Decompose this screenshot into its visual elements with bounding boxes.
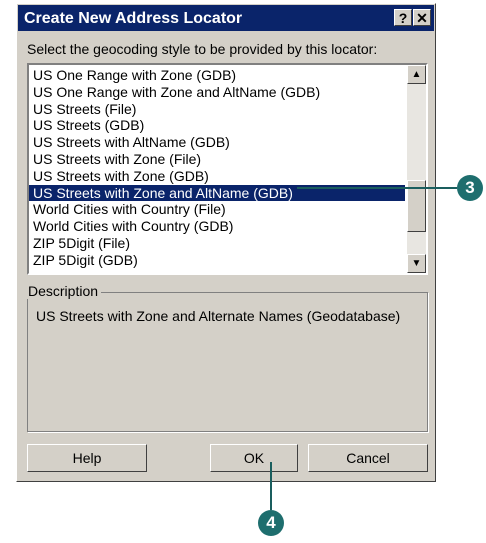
- list-item[interactable]: US Streets with AltName (GDB): [29, 134, 405, 151]
- callout-4-badge: 4: [258, 510, 284, 536]
- geocoding-style-list[interactable]: US One Range with Zone (GDB) US One Range…: [27, 63, 428, 275]
- scroll-up-icon[interactable]: ▲: [407, 65, 426, 84]
- list-items-container: US One Range with Zone (GDB) US One Range…: [29, 67, 405, 269]
- callout-4-leader: [270, 462, 272, 510]
- cancel-button[interactable]: Cancel: [308, 444, 428, 472]
- dialog-title: Create New Address Locator: [24, 10, 243, 27]
- list-item[interactable]: US Streets (GDB): [29, 117, 405, 134]
- list-item[interactable]: World Cities with Country (File): [29, 201, 405, 218]
- scroll-down-icon[interactable]: ▼: [407, 254, 426, 273]
- vertical-scrollbar[interactable]: ▲ ▼: [407, 65, 426, 273]
- callout-3-leader: [297, 187, 457, 189]
- list-item[interactable]: US Streets (File): [29, 101, 405, 118]
- title-bar[interactable]: Create New Address Locator ? ✕: [18, 5, 434, 31]
- list-item[interactable]: ZIP 5Digit (GDB): [29, 252, 405, 269]
- list-item[interactable]: World Cities with Country (GDB): [29, 218, 405, 235]
- list-item[interactable]: US One Range with Zone (GDB): [29, 67, 405, 84]
- list-item[interactable]: US One Range with Zone and AltName (GDB): [29, 84, 405, 101]
- description-label: Description: [25, 283, 102, 299]
- close-icon[interactable]: ✕: [413, 9, 431, 26]
- help-icon[interactable]: ?: [394, 9, 412, 26]
- list-item[interactable]: ZIP 5Digit (File): [29, 235, 405, 252]
- ok-button[interactable]: OK: [210, 444, 298, 472]
- list-item[interactable]: US Streets with Zone (GDB): [29, 168, 405, 185]
- help-button[interactable]: Help: [27, 444, 147, 472]
- callout-3-badge: 3: [457, 175, 483, 201]
- description-text: US Streets with Zone and Alternate Names…: [36, 308, 401, 324]
- style-prompt-label: Select the geocoding style to be provide…: [27, 41, 378, 57]
- create-address-locator-dialog: Create New Address Locator ? ✕ Select th…: [16, 3, 436, 482]
- list-item[interactable]: US Streets with Zone (File): [29, 151, 405, 168]
